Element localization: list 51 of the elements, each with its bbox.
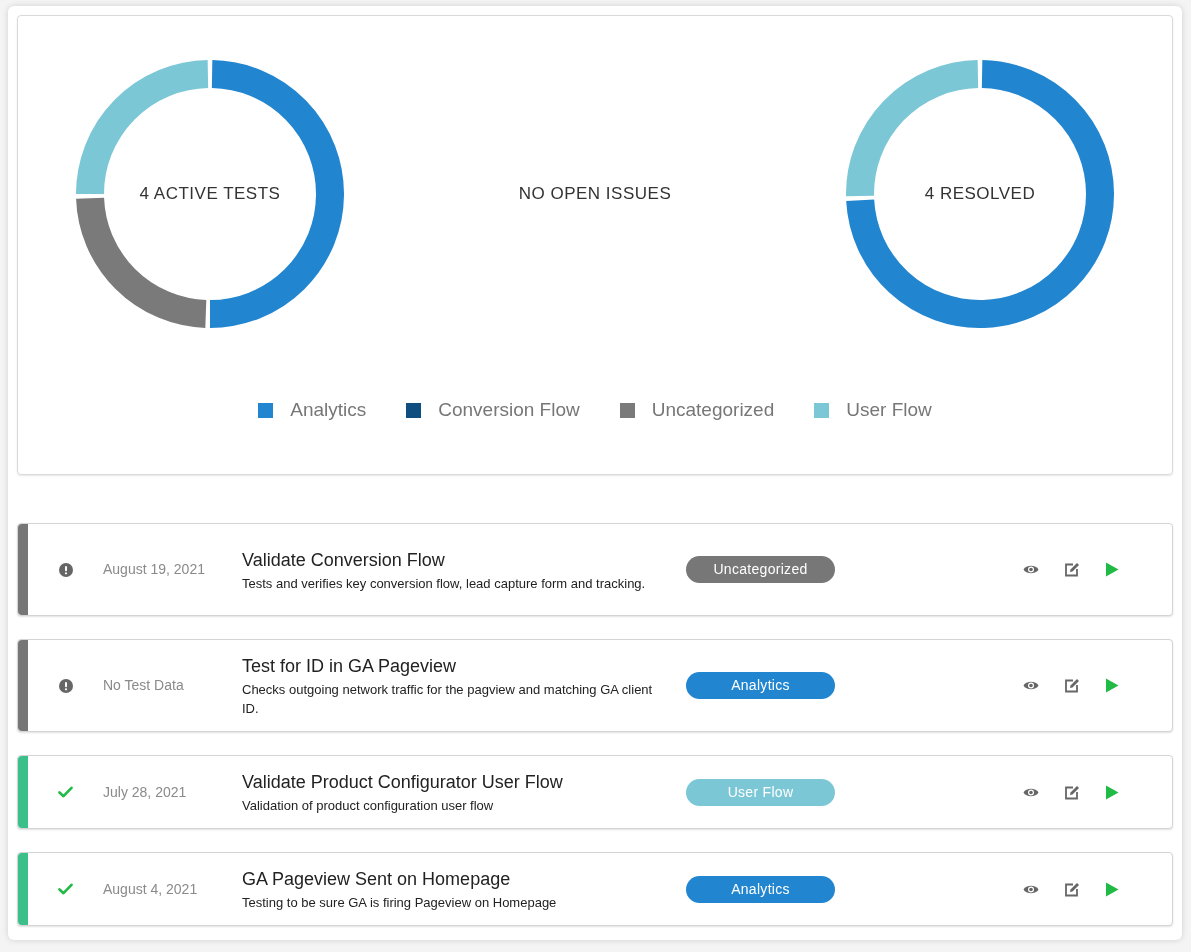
test-date: August 19, 2021 [103, 561, 205, 577]
eye-icon [1023, 680, 1039, 691]
run-button[interactable] [1105, 678, 1119, 693]
run-button[interactable] [1105, 562, 1119, 577]
test-date: No Test Data [103, 677, 184, 693]
legend-label: Conversion Flow [438, 398, 580, 422]
eye-icon [1023, 786, 1039, 798]
test-date: August 4, 2021 [103, 880, 198, 897]
test-description: Validation of product configuration user flow [242, 797, 495, 815]
legend-label: Uncategorized [651, 398, 775, 422]
eye-icon [1023, 883, 1039, 895]
issues-summary: NO OPEN ISSUES [518, 183, 672, 206]
category-tag: Uncategorized [686, 556, 835, 583]
edit-icon [1064, 784, 1080, 800]
checkmark-icon [58, 786, 73, 798]
test-date: July 28, 2021 [103, 783, 187, 800]
play-icon [1105, 881, 1119, 897]
test-title: GA Pageview Sent on Homepage [242, 868, 512, 891]
view-button[interactable] [1023, 564, 1039, 575]
category-tag: Analytics [686, 875, 835, 903]
run-button[interactable] [1105, 784, 1119, 800]
play-icon [1105, 562, 1119, 577]
edit-icon [1064, 562, 1080, 577]
test-title: Test for ID in GA Pageview [242, 655, 458, 678]
donut-center-label: 4 RESOLVED [923, 183, 1037, 206]
edit-button[interactable] [1064, 562, 1080, 577]
legend-label: Analytics [290, 398, 367, 422]
edit-icon [1064, 881, 1080, 897]
test-title: Validate Product Configurator User Flow [242, 771, 564, 794]
edit-icon [1064, 678, 1080, 693]
checkmark-icon [58, 883, 73, 895]
play-icon [1105, 784, 1119, 800]
edit-button[interactable] [1064, 784, 1080, 800]
view-button[interactable] [1023, 883, 1039, 895]
test-description: Checks outgoing network traffic for the pagview and matching GA client ID. [242, 681, 654, 718]
play-icon [1105, 678, 1119, 693]
test-title: Validate Conversion Flow [242, 548, 446, 572]
category-tag: Analytics [686, 672, 835, 699]
run-button[interactable] [1105, 881, 1119, 897]
category-tag: User Flow [686, 778, 835, 806]
test-description: Testing to be sure GA is firing Pageview on Homepage [242, 894, 558, 912]
view-button[interactable] [1023, 680, 1039, 691]
exclamation-circle-icon [58, 678, 73, 693]
exclamation-circle-icon [58, 562, 73, 577]
view-button[interactable] [1023, 786, 1039, 798]
legend-label: User Flow [846, 398, 932, 422]
edit-button[interactable] [1064, 678, 1080, 693]
edit-button[interactable] [1064, 881, 1080, 897]
test-description: Tests and verifies key conversion flow, lead capture form and tracking. [242, 574, 647, 593]
donut-center-label: 4 ACTIVE TESTS [138, 183, 282, 206]
eye-icon [1023, 564, 1039, 575]
